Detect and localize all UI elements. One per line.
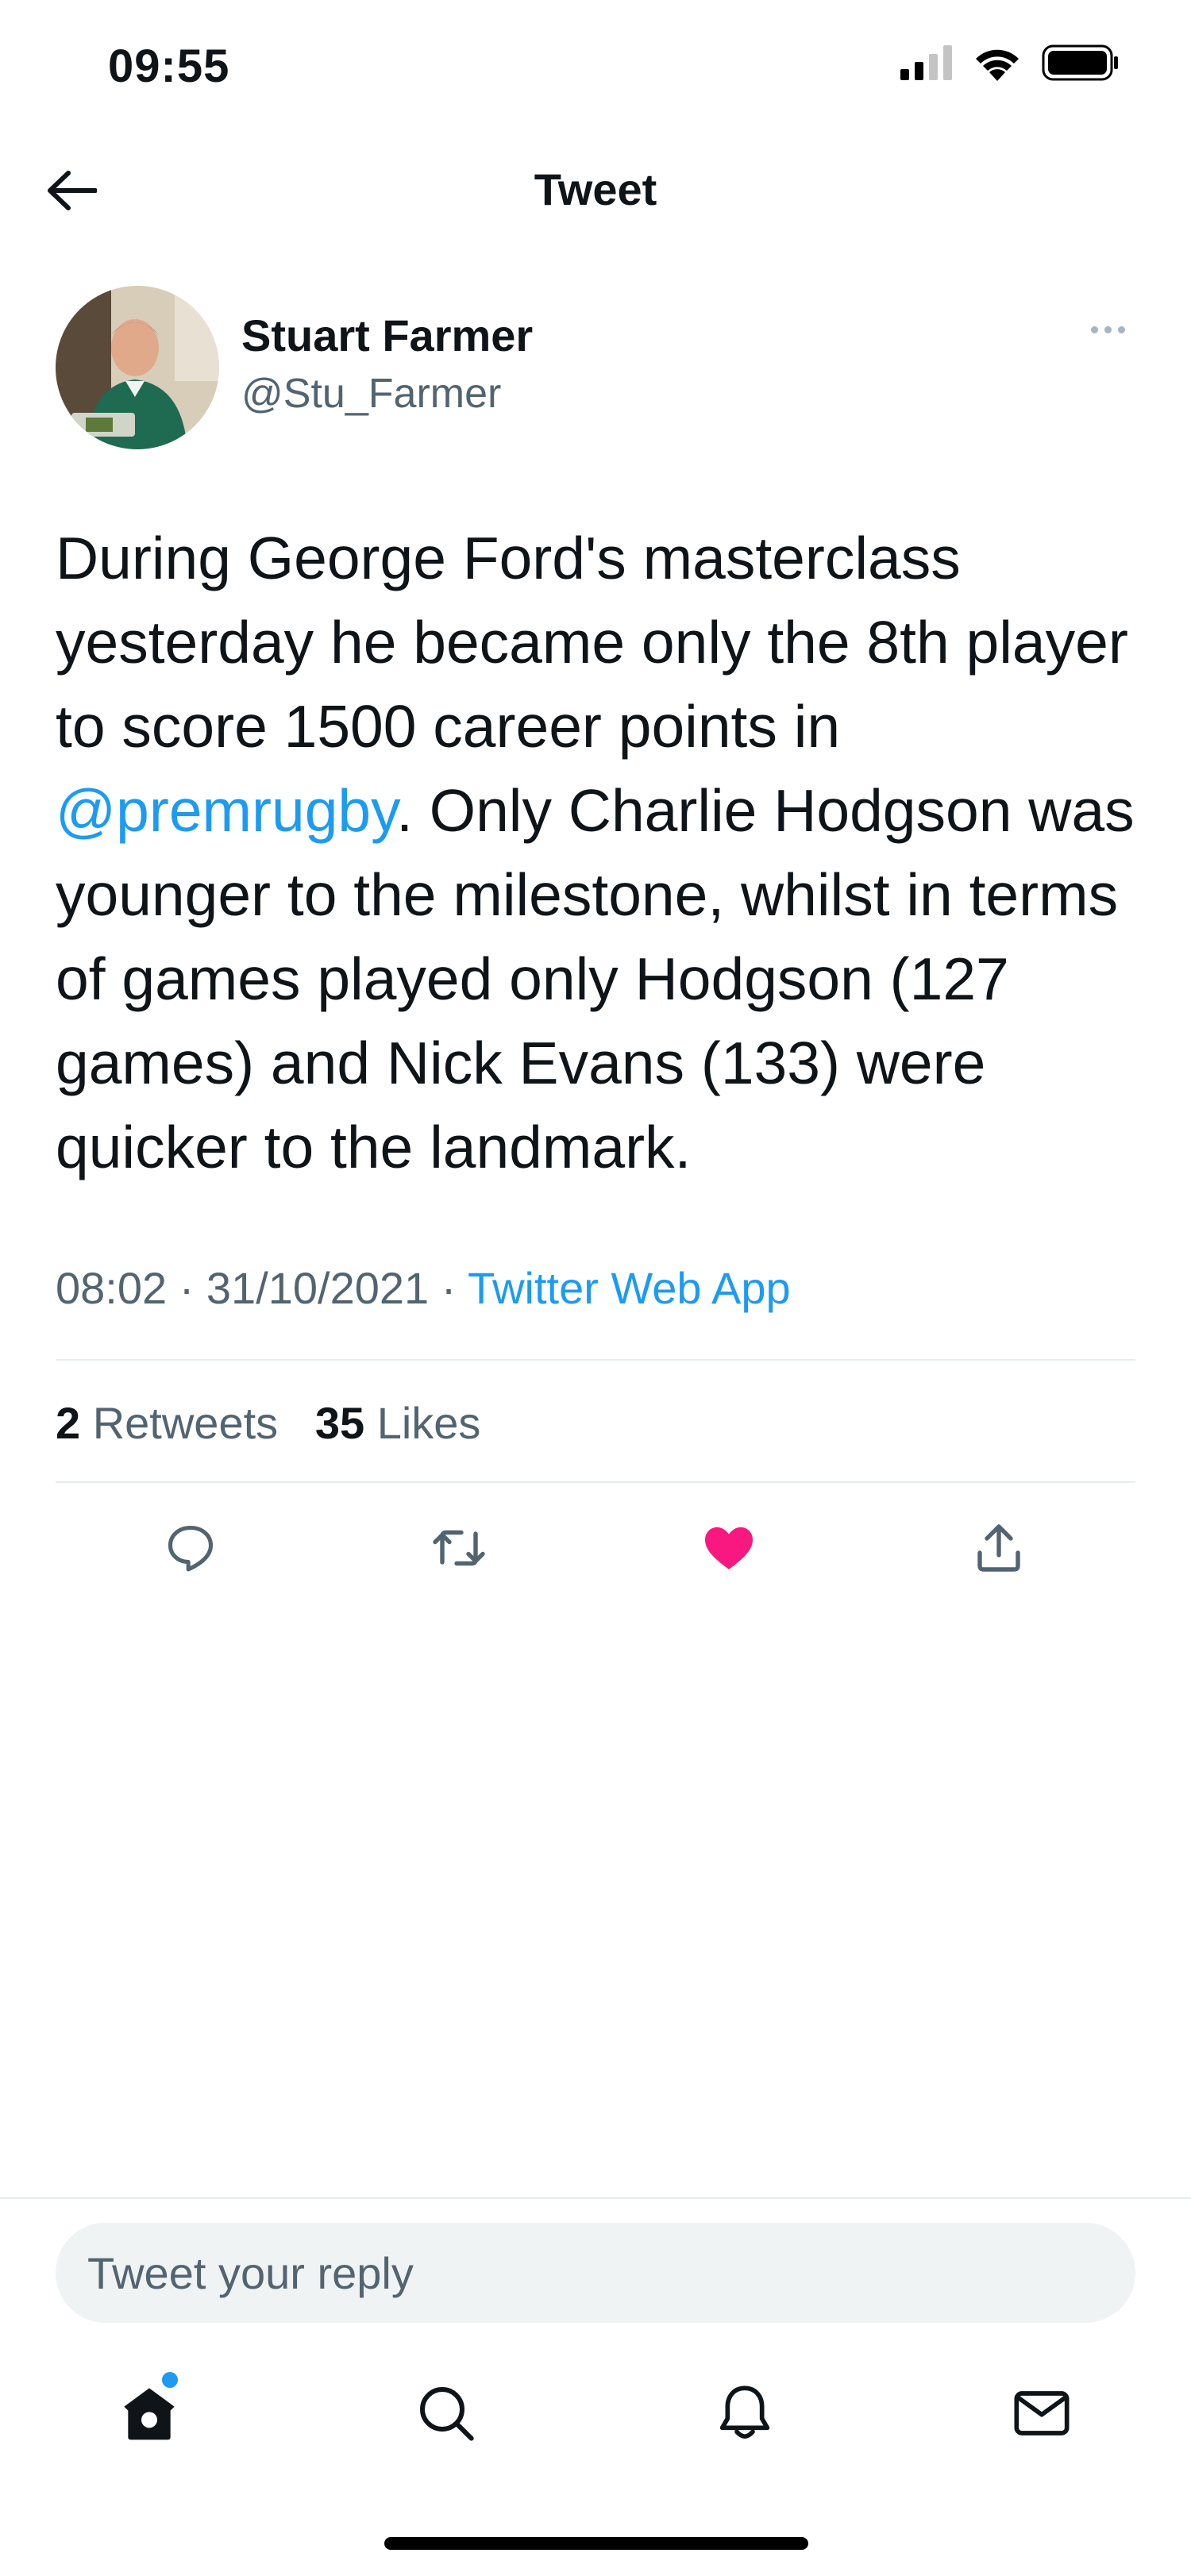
- like-button[interactable]: [689, 1508, 769, 1588]
- tweet-actions: [0, 1508, 1191, 1588]
- search-icon: [420, 2387, 474, 2441]
- nav-home[interactable]: [102, 2366, 197, 2461]
- author-name[interactable]: Stuart Farmer: [241, 310, 533, 361]
- notification-dot: [162, 2372, 178, 2388]
- likes-count-link[interactable]: 35 Likes: [315, 1398, 481, 1448]
- nav-notifications[interactable]: [697, 2366, 792, 2461]
- more-dot: [1117, 325, 1125, 333]
- tweet-text: During George Ford's masterclass yesterd…: [56, 516, 1151, 1189]
- reply-icon: [168, 1525, 214, 1572]
- engagement-counts: 2 Retweets 35 Likes: [56, 1397, 480, 1449]
- bell-icon: [719, 2385, 770, 2439]
- nav-messages[interactable]: [994, 2366, 1089, 2461]
- status-bar: 09:55: [0, 0, 1191, 135]
- heart-fill: [705, 1527, 753, 1569]
- status-time: 09:55: [108, 40, 230, 92]
- retweets-count-link[interactable]: 2 Retweets: [56, 1398, 278, 1448]
- share-button[interactable]: [959, 1508, 1039, 1588]
- nav-search[interactable]: [399, 2366, 494, 2461]
- share-icon: [977, 1524, 1020, 1572]
- page-title: Tweet: [534, 164, 657, 214]
- mail-icon: [1014, 2391, 1070, 2435]
- retweet-button[interactable]: [419, 1508, 499, 1588]
- reply-box[interactable]: [56, 2223, 1135, 2323]
- bottom-nav: [0, 2366, 1191, 2461]
- wifi-icon: [976, 49, 1019, 81]
- home-icon: [124, 2388, 175, 2440]
- signal-icon: [900, 45, 952, 80]
- more-options-button[interactable]: [1080, 318, 1135, 341]
- likes-count: 35: [314, 1398, 365, 1448]
- tweet-source-link[interactable]: Twitter Web App: [468, 1263, 791, 1313]
- retweet-icon: [433, 1530, 485, 1566]
- header: Tweet: [0, 143, 1191, 238]
- tweet-time: 08:02: [56, 1263, 168, 1313]
- likes-label: Likes: [376, 1398, 481, 1448]
- heart-icon: [705, 1527, 753, 1569]
- tweet-meta: 08:02 · 31/10/2021 · Twitter Web App: [56, 1262, 791, 1314]
- divider: [56, 1481, 1135, 1483]
- more-dot: [1090, 325, 1098, 333]
- status-icons: [900, 44, 1120, 81]
- more-dot: [1104, 325, 1112, 333]
- retweets-label: Retweets: [92, 1398, 279, 1448]
- battery-icon: [1042, 44, 1118, 81]
- divider: [56, 1359, 1135, 1361]
- reply-input[interactable]: [87, 2223, 1104, 2323]
- avatar[interactable]: [56, 286, 219, 449]
- meta-separator: ·: [429, 1263, 468, 1313]
- home-indicator: [384, 2537, 808, 2550]
- tweet-text-part: During George Ford's masterclass yesterd…: [56, 525, 1128, 760]
- tweet-date: 31/10/2021: [206, 1263, 430, 1313]
- mention-link[interactable]: @premrugby: [56, 777, 396, 844]
- tweet-author: Stuart Farmer @Stu_Farmer: [56, 286, 1135, 452]
- retweets-count: 2: [56, 1398, 81, 1448]
- reply-button[interactable]: [151, 1508, 230, 1588]
- reply-divider: [0, 2197, 1191, 2199]
- author-handle[interactable]: @Stu_Farmer: [241, 370, 501, 418]
- meta-separator: ·: [167, 1263, 206, 1313]
